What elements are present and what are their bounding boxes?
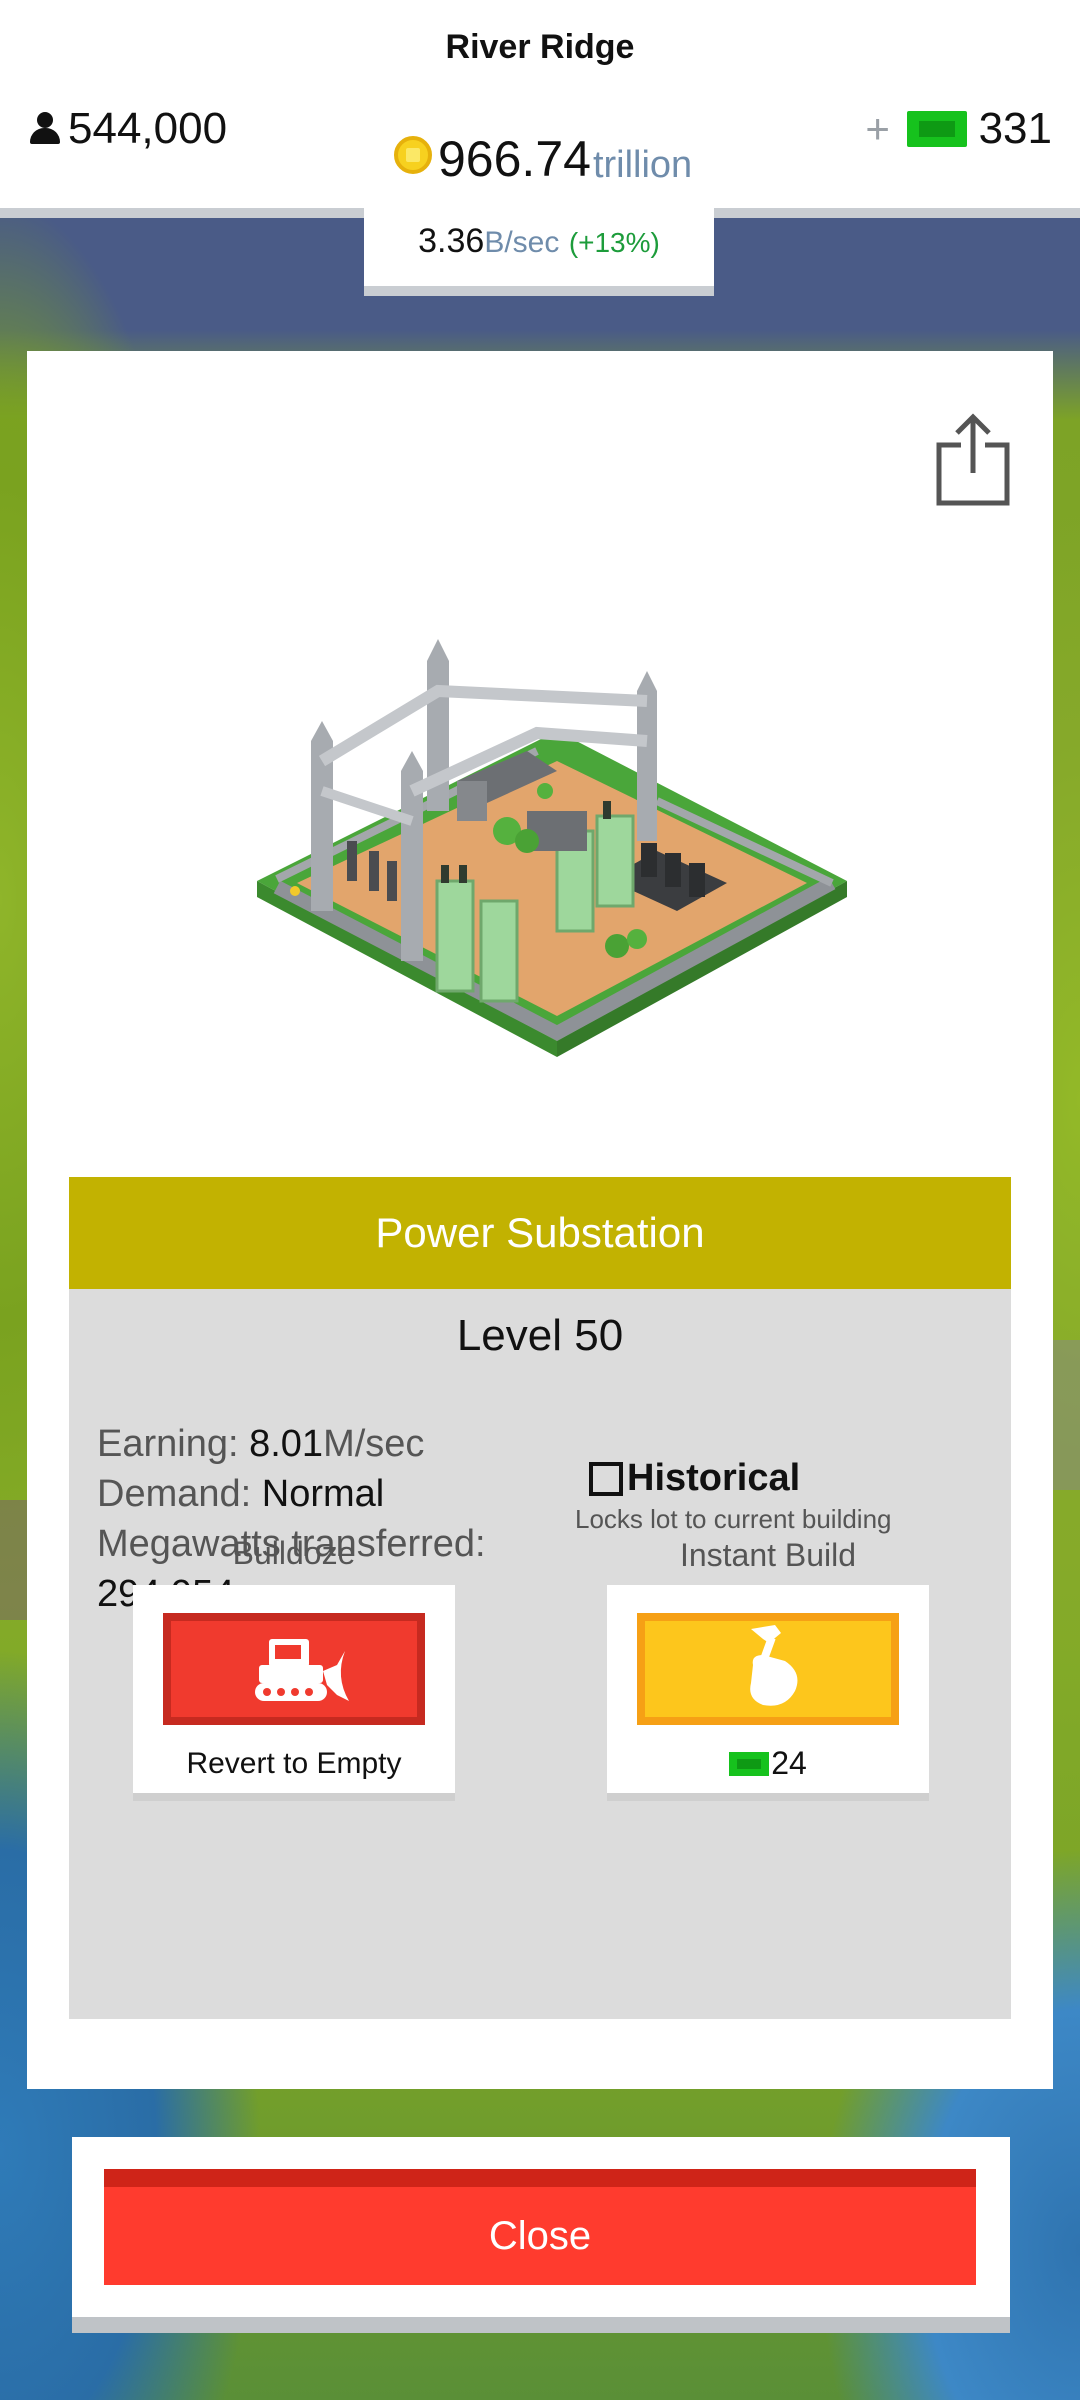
background-detail: [1050, 1340, 1080, 1490]
earning-row: Earning: 8.01M/sec: [97, 1419, 486, 1469]
bulldoze-caption: Revert to Empty: [186, 1747, 402, 1780]
building-info-panel: Level 50 Earning: 8.01M/sec Demand: Norm…: [69, 1289, 1011, 2019]
earning-unit: M/sec: [323, 1423, 425, 1465]
bill-icon: [729, 1751, 770, 1776]
background-detail: [0, 1500, 30, 1620]
money-panel: 966.74 trillion 3.36B/sec (+13%): [364, 120, 714, 296]
coin-icon: [394, 136, 432, 174]
demand-value: Normal: [261, 1473, 385, 1515]
cash-display: + 331: [861, 104, 1052, 154]
cash-count: 331: [978, 104, 1052, 153]
earning-value: 8.01: [249, 1423, 324, 1465]
instant-build-card[interactable]: 24: [607, 1585, 929, 1801]
money-row: 966.74 trillion: [394, 134, 692, 184]
share-icon[interactable]: [935, 411, 1011, 507]
rate-change: (+13%): [568, 227, 660, 258]
rate-value: 3.36: [418, 222, 485, 260]
buy-cash-button[interactable]: +: [861, 105, 895, 153]
bulldoze-button[interactable]: [163, 1613, 425, 1725]
instant-build-cost-value: 24: [771, 1745, 807, 1781]
historical-row[interactable]: Historical: [589, 1457, 892, 1500]
income-rate: 3.36B/sec (+13%): [364, 222, 714, 261]
population-display: 544,000: [28, 104, 227, 154]
building-title: Power Substation: [69, 1177, 1011, 1289]
demand-row: Demand: Normal: [97, 1469, 486, 1519]
city-name[interactable]: River Ridge: [0, 28, 1080, 67]
building-level: Level 50: [456, 1311, 624, 1360]
close-button[interactable]: Close: [104, 2169, 976, 2285]
historical-toggle[interactable]: Historical Locks lot to current building: [575, 1457, 892, 1535]
person-icon: [28, 112, 62, 146]
historical-hint: Locks lot to current building: [575, 1504, 892, 1534]
historical-label: Historical: [627, 1457, 801, 1499]
bulldoze-label: Bulldoze: [232, 1535, 356, 1571]
instant-build-button[interactable]: [637, 1613, 899, 1725]
building-dialog: Power Substation Level 50 Earning: 8.01M…: [27, 351, 1053, 2089]
close-button-container: Close: [72, 2137, 1010, 2333]
bill-icon: [906, 111, 967, 147]
money-unit: trillion: [592, 144, 693, 186]
bulldozer-icon: [255, 1639, 349, 1701]
demand-label: Demand:: [97, 1473, 252, 1515]
population-value: 544,000: [68, 104, 228, 153]
money-value: 966.74: [438, 131, 591, 187]
power-substation-illustration: [257, 639, 847, 1057]
bulldoze-card[interactable]: Revert to Empty: [133, 1585, 455, 1801]
historical-checkbox[interactable]: [589, 1461, 623, 1496]
rate-unit: B/sec: [484, 226, 560, 259]
instant-build-cost: 24: [607, 1745, 929, 1782]
hammer-hand-icon: [750, 1625, 798, 1706]
instant-build-label: Instant Build: [679, 1537, 857, 1573]
earning-label: Earning:: [97, 1423, 239, 1465]
